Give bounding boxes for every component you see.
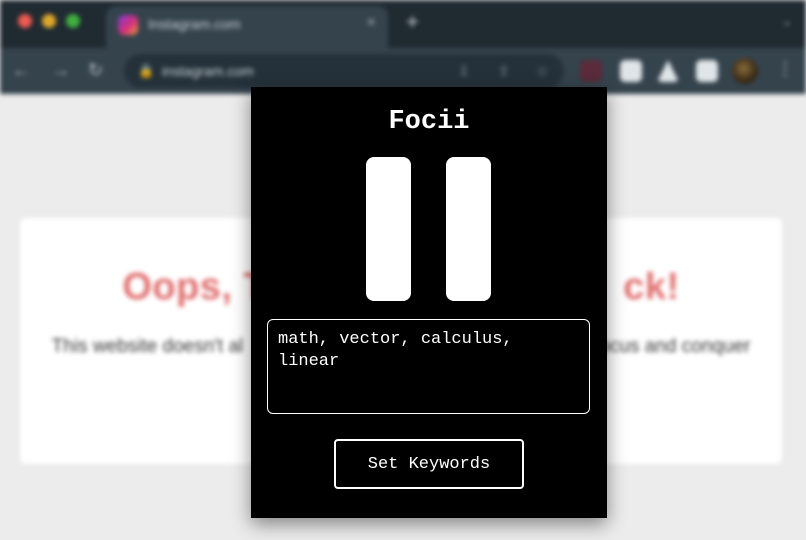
forward-button[interactable]: → <box>52 59 70 81</box>
warning-extension-icon[interactable] <box>657 60 679 82</box>
tab-strip: Instagram.com × + ⌄ <box>0 0 806 48</box>
pause-icon <box>366 157 411 301</box>
pause-button[interactable] <box>366 157 492 301</box>
tab-title: Instagram.com <box>148 16 241 32</box>
profile-avatar[interactable] <box>732 58 758 84</box>
install-icon[interactable]: ⇩ <box>458 63 470 80</box>
pause-icon-bar <box>446 157 491 301</box>
share-icon[interactable]: ⇧ <box>498 63 510 80</box>
reload-button[interactable]: ↻ <box>88 59 103 81</box>
close-tab-icon[interactable]: × <box>367 14 376 32</box>
new-tab-button[interactable]: + <box>406 11 419 33</box>
popup-title: Focii <box>388 107 470 137</box>
instagram-logo-icon <box>118 15 138 35</box>
tab-instagram[interactable]: Instagram.com × <box>106 6 388 48</box>
blocked-title-right: ck! <box>623 266 680 308</box>
menu-icon[interactable]: ⋮ <box>776 59 794 80</box>
sidebar-icon[interactable] <box>696 60 718 82</box>
back-button[interactable]: ← <box>12 59 30 81</box>
maximize-window-button[interactable] <box>66 14 80 28</box>
tab-search-icon[interactable]: ⌄ <box>782 14 792 28</box>
focii-popup: Focii math, vector, calculus, linear Set… <box>251 87 607 518</box>
extension-icon[interactable] <box>620 60 642 82</box>
focii-extension-icon[interactable] <box>580 60 602 82</box>
close-window-button[interactable] <box>18 14 32 28</box>
set-keywords-button[interactable]: Set Keywords <box>334 439 524 489</box>
lock-icon[interactable]: 🔒 <box>138 63 154 79</box>
blocked-title-left: Oops, T <box>122 266 268 308</box>
blocked-message-right: ocus and conquer <box>599 336 751 357</box>
bookmark-star-icon[interactable]: ☆ <box>536 63 549 80</box>
address-url[interactable]: instagram.com <box>162 63 254 79</box>
address-bar[interactable]: 🔒 instagram.com ⇩ ⇧ ☆ <box>124 54 564 88</box>
keywords-input[interactable]: math, vector, calculus, linear <box>267 319 590 414</box>
minimize-window-button[interactable] <box>42 14 56 28</box>
blocked-message-left: This website doesn't al <box>51 336 244 357</box>
